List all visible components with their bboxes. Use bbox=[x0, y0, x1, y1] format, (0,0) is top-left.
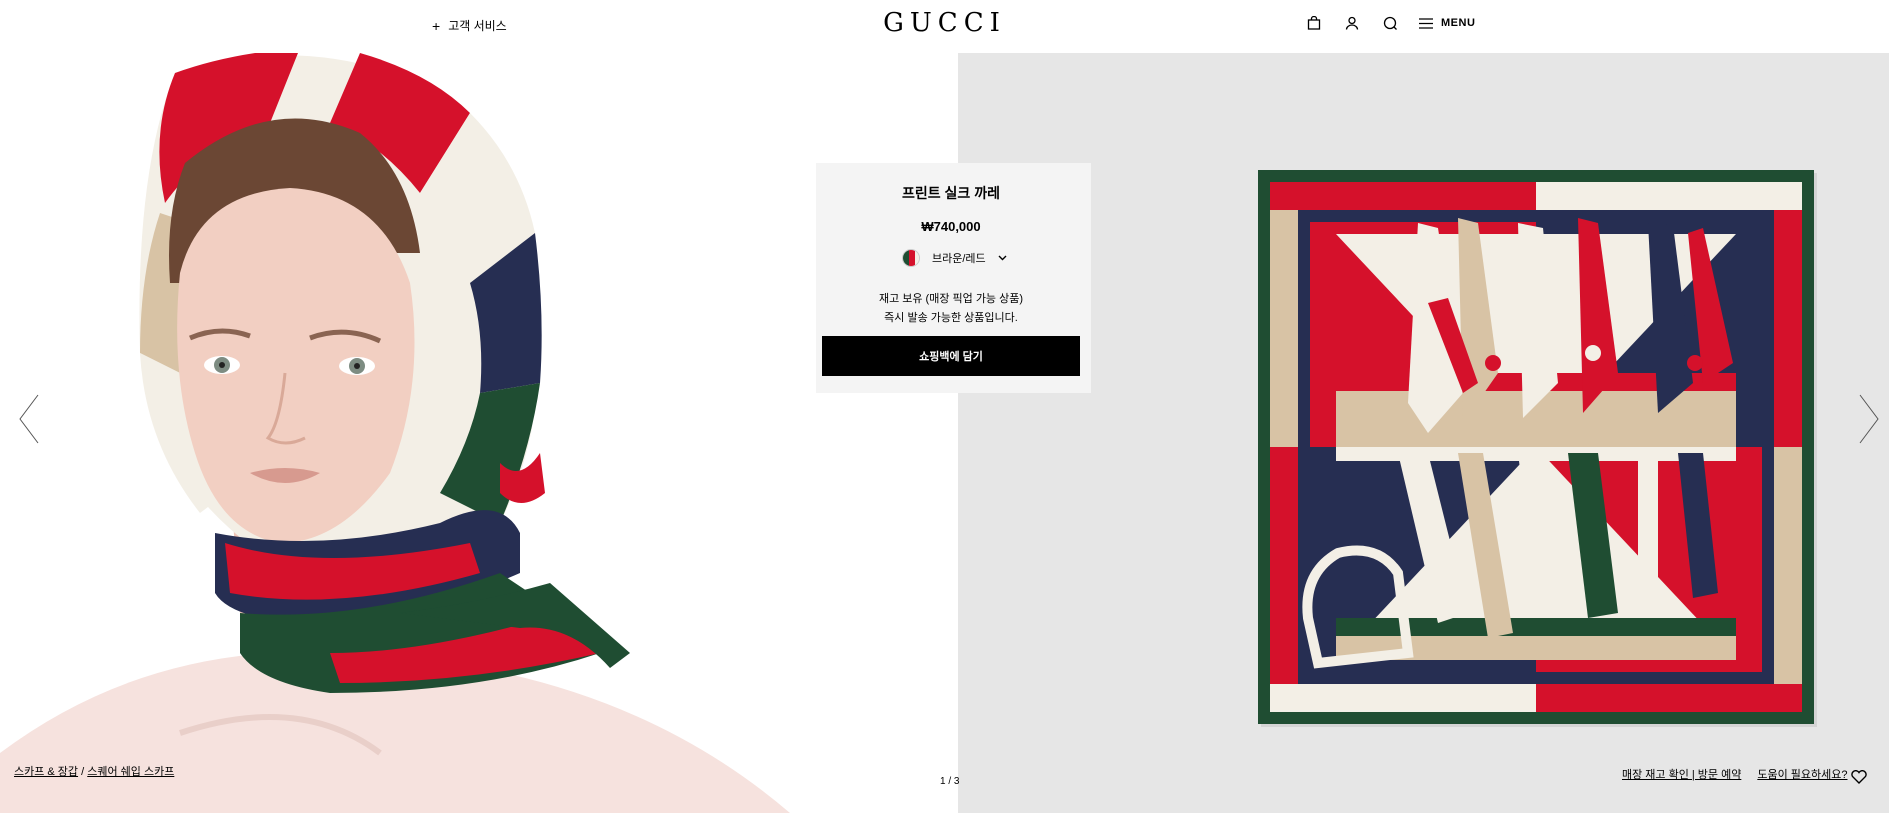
color-label: 브라운/레드 bbox=[932, 253, 986, 265]
product-price: ₩740,000 bbox=[921, 219, 981, 234]
stock-status: 재고 보유 (매장 픽업 가능 상품) bbox=[878, 293, 1024, 305]
header-icons: MENU bbox=[1305, 14, 1475, 32]
store-availability-link[interactable]: 매장 재고 확인 | 방문 예약 bbox=[1622, 766, 1741, 782]
product-title: 프린트 실크 까레 bbox=[902, 185, 1000, 201]
scarf-product-photo bbox=[958, 53, 1889, 813]
shipping-status: 즉시 발송 가능한 상품입니다. bbox=[884, 312, 1018, 324]
bag-icon[interactable] bbox=[1305, 14, 1323, 32]
previous-image-arrow-icon[interactable] bbox=[18, 394, 40, 449]
model-photo bbox=[0, 53, 958, 813]
wishlist-heart-icon[interactable] bbox=[1851, 770, 1867, 789]
menu-icon bbox=[1419, 17, 1433, 29]
search-icon[interactable] bbox=[1381, 14, 1399, 32]
product-page: + 고객 서비스 GUCCI MENU 프린트 실크 까레 ₩740,000 브… bbox=[0, 0, 1889, 813]
add-to-bag-button[interactable]: 쇼핑백에 담기 bbox=[822, 336, 1080, 376]
help-link[interactable]: 도움이 필요하세요? bbox=[1757, 766, 1847, 782]
chevron-down-icon bbox=[998, 255, 1007, 261]
user-icon[interactable] bbox=[1343, 14, 1361, 32]
store-help-links: 매장 재고 확인 | 방문 예약 도움이 필요하세요? bbox=[1622, 766, 1847, 782]
gucci-logo[interactable]: GUCCI bbox=[0, 8, 1889, 38]
menu-button[interactable]: MENU bbox=[1419, 17, 1475, 29]
breadcrumb: 스카프 & 장갑 / 스퀘어 쉐입 스카프 bbox=[14, 763, 174, 779]
color-selector[interactable]: 브라운/레드 bbox=[902, 249, 1007, 267]
breadcrumb-separator: / bbox=[81, 766, 85, 778]
image-pager: 1 / 3 bbox=[940, 776, 960, 787]
color-swatch bbox=[902, 249, 920, 267]
breadcrumb-scarves-gloves[interactable]: 스카프 & 장갑 bbox=[14, 766, 78, 778]
site-header: + 고객 서비스 GUCCI MENU bbox=[0, 0, 1889, 53]
breadcrumb-square-scarves[interactable]: 스퀘어 쉐입 스카프 bbox=[87, 766, 174, 778]
next-image-arrow-icon[interactable] bbox=[1858, 394, 1880, 449]
product-info-card: 프린트 실크 까레 ₩740,000 브라운/레드 재고 보유 (매장 픽업 가… bbox=[816, 163, 1091, 393]
menu-label: MENU bbox=[1441, 17, 1476, 29]
